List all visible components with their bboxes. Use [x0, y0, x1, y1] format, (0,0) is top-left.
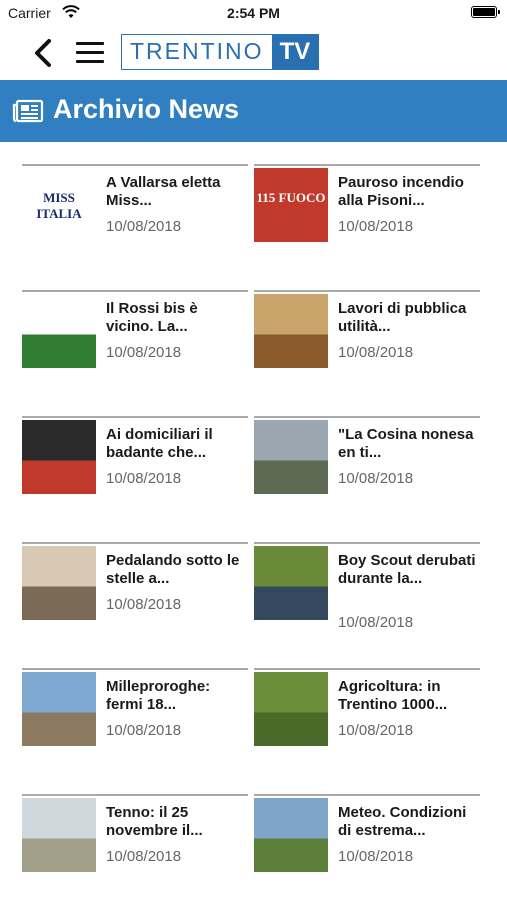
- news-card[interactable]: Boy Scout derubati durante la... 10/08/2…: [254, 542, 480, 644]
- news-date: 10/08/2018: [106, 848, 182, 865]
- news-title: A Vallarsa eletta Miss...: [106, 174, 221, 209]
- news-card[interactable]: "La Cosina nonesa en ti... 10/08/2018: [254, 416, 480, 518]
- news-card[interactable]: Ai domiciliari il badante che... 10/08/2…: [22, 416, 248, 518]
- logo-text-tv: TV: [271, 35, 319, 69]
- thumbnail-caption: MISS ITALIA: [36, 190, 82, 221]
- news-thumbnail: [254, 672, 328, 746]
- hamburger-menu-icon[interactable]: [76, 42, 104, 64]
- news-title: Pedalando sotto le stelle a...: [106, 552, 240, 587]
- news-date: 10/08/2018: [338, 344, 414, 361]
- news-thumbnail: [254, 294, 328, 368]
- news-title: Lavori di pubblica utilità...: [338, 300, 467, 335]
- news-card[interactable]: Tenno: il 25 novembre il... 10/08/2018: [22, 794, 248, 896]
- news-card[interactable]: Agricoltura: in Trentino 1000... 10/08/2…: [254, 668, 480, 770]
- page-title: Archivio News: [53, 94, 240, 124]
- news-card[interactable]: Meteo. Condizioni di estrema... 10/08/20…: [254, 794, 480, 896]
- logo-text-trentino: TRENTINO: [122, 35, 272, 69]
- news-card[interactable]: Milleproroghe: fermi 18... 10/08/2018: [22, 668, 248, 770]
- news-date: 10/08/2018: [106, 596, 182, 613]
- newspaper-icon: [12, 99, 44, 123]
- news-thumbnail: 115 FUOCO: [254, 168, 328, 242]
- news-card[interactable]: Pedalando sotto le stelle a... 10/08/201…: [22, 542, 248, 644]
- news-thumbnail: [22, 798, 96, 872]
- trentino-tv-logo[interactable]: TRENTINO TV: [121, 34, 320, 70]
- news-title: Boy Scout derubati durante la...: [338, 552, 476, 587]
- status-bar: Carrier 2:54 PM: [0, 0, 507, 26]
- news-date: 10/08/2018: [338, 470, 414, 487]
- news-card[interactable]: Lavori di pubblica utilità... 10/08/2018: [254, 290, 480, 392]
- thumbnail-caption: 115 FUOCO: [256, 190, 326, 205]
- news-thumbnail: [22, 672, 96, 746]
- news-date: 10/08/2018: [338, 722, 414, 739]
- news-card[interactable]: 115 FUOCO Pauroso incendio alla Pisoni..…: [254, 164, 480, 266]
- news-title: Agricoltura: in Trentino 1000...: [338, 678, 448, 713]
- news-thumbnail: [22, 546, 96, 620]
- back-chevron-icon[interactable]: [32, 38, 54, 68]
- news-date: 10/08/2018: [338, 614, 414, 631]
- news-card[interactable]: MISS ITALIA A Vallarsa eletta Miss... 10…: [22, 164, 248, 266]
- news-thumbnail: [254, 798, 328, 872]
- news-thumbnail: [22, 294, 96, 368]
- news-date: 10/08/2018: [106, 218, 182, 235]
- news-date: 10/08/2018: [338, 848, 414, 865]
- news-card[interactable]: Il Rossi bis è vicino. La... 10/08/2018: [22, 290, 248, 392]
- news-date: 10/08/2018: [338, 218, 414, 235]
- news-date: 10/08/2018: [106, 722, 182, 739]
- nav-bar: TRENTINO TV: [0, 26, 507, 80]
- news-title: Meteo. Condizioni di estrema...: [338, 804, 467, 839]
- news-title: Pauroso incendio alla Pisoni...: [338, 174, 464, 209]
- news-thumbnail: [254, 420, 328, 494]
- news-title: Ai domiciliari il badante che...: [106, 426, 213, 461]
- news-date: 10/08/2018: [106, 470, 182, 487]
- news-thumbnail: [22, 420, 96, 494]
- news-thumbnail: [254, 546, 328, 620]
- news-title: Il Rossi bis è vicino. La...: [106, 300, 198, 335]
- section-header: Archivio News: [0, 80, 507, 142]
- news-title: Milleproroghe: fermi 18...: [106, 678, 211, 713]
- battery-icon: [471, 6, 500, 18]
- news-title: "La Cosina nonesa en ti...: [338, 426, 474, 461]
- news-thumbnail: MISS ITALIA: [22, 168, 96, 242]
- status-time: 2:54 PM: [227, 5, 280, 21]
- news-title: Tenno: il 25 novembre il...: [106, 804, 203, 839]
- news-date: 10/08/2018: [106, 344, 182, 361]
